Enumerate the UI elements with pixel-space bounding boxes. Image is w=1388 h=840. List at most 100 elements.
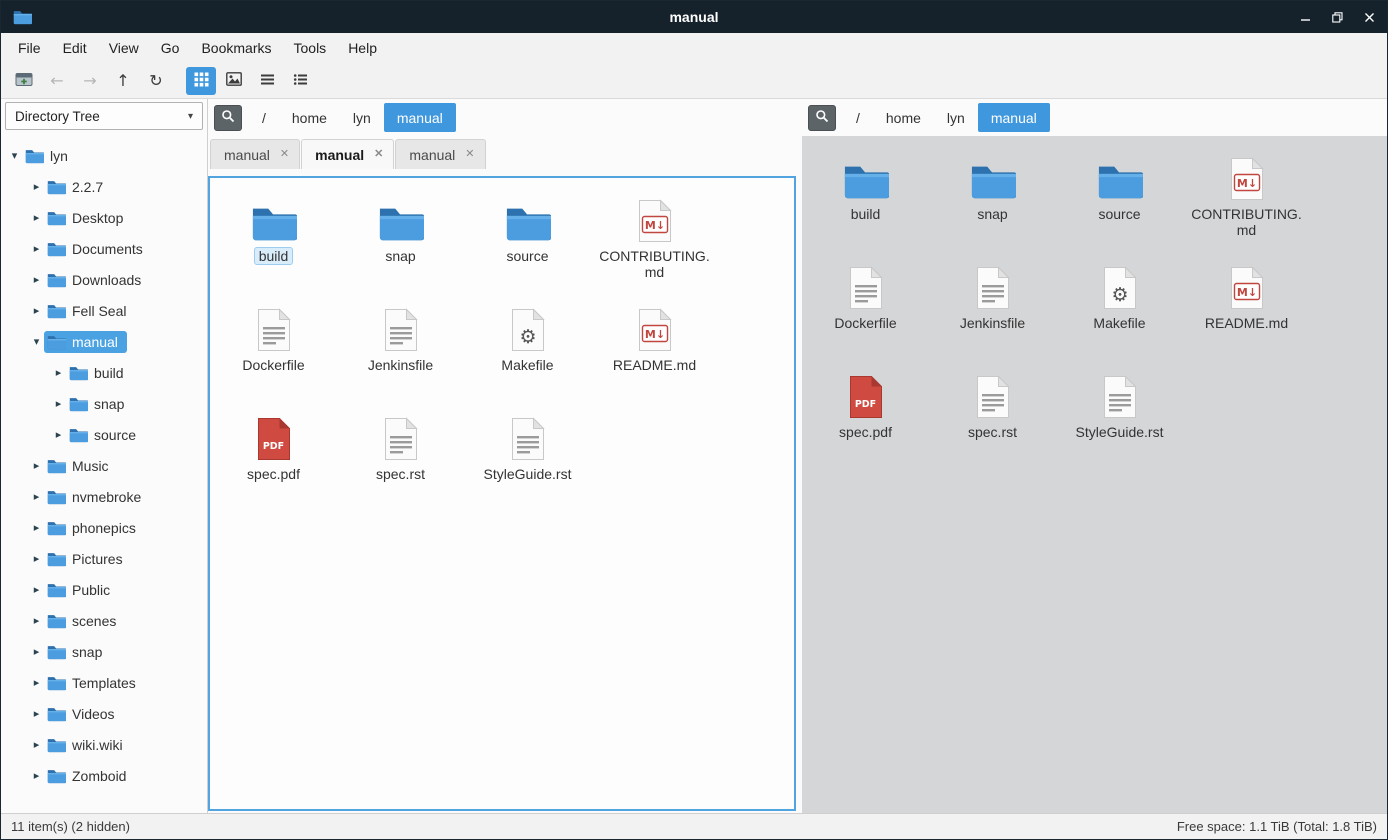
back-button[interactable]: ← [42,67,72,95]
chevron-right-icon[interactable]: ▸ [29,707,44,720]
file-item-dockerfile[interactable]: Dockerfile [802,257,929,366]
file-item-dockerfile[interactable]: Dockerfile [210,299,337,408]
file-item-contributing-md[interactable]: M↓CONTRIBUTING. md [1183,148,1310,257]
chevron-right-icon[interactable]: ▸ [29,304,44,317]
menu-view[interactable]: View [98,33,150,63]
minimize-button[interactable] [1299,11,1311,23]
breadcrumb-lyn[interactable]: lyn [340,103,384,132]
tree-item-fell-seal[interactable]: ▸Fell Seal [1,295,207,326]
tree-item-scenes[interactable]: ▸scenes [1,605,207,636]
tree-item-source[interactable]: ▸source [1,419,207,450]
forward-button[interactable]: → [75,67,105,95]
file-item-spec-rst[interactable]: spec.rst [929,366,1056,475]
chevron-right-icon[interactable]: ▸ [29,676,44,689]
close-icon[interactable]: ✕ [374,149,383,160]
tree-item-zomboid[interactable]: ▸Zomboid [1,760,207,791]
file-item-styleguide-rst[interactable]: StyleGuide.rst [1056,366,1183,475]
detailed-view-button[interactable] [285,67,315,95]
close-icon[interactable]: ✕ [280,149,289,160]
reload-button[interactable]: ↻ [141,67,171,95]
file-item-build[interactable]: build [210,190,337,299]
file-item-contributing-md[interactable]: M↓CONTRIBUTING. md [591,190,718,299]
chevron-right-icon[interactable]: ▸ [29,273,44,286]
tree-item-snap[interactable]: ▸snap [1,388,207,419]
tree-item-build[interactable]: ▸build [1,357,207,388]
file-item-jenkinsfile[interactable]: Jenkinsfile [929,257,1056,366]
file-item-source[interactable]: source [1056,148,1183,257]
breadcrumb-lyn[interactable]: lyn [934,103,978,132]
tree-item-music[interactable]: ▸Music [1,450,207,481]
file-item-spec-pdf[interactable]: PDFspec.pdf [802,366,929,475]
file-item-readme-md[interactable]: M↓README.md [1183,257,1310,366]
chevron-right-icon[interactable]: ▸ [29,552,44,565]
breadcrumb-root[interactable]: / [843,103,873,132]
menu-help[interactable]: Help [337,33,388,63]
chevron-right-icon[interactable]: ▸ [29,645,44,658]
tree-item-downloads[interactable]: ▸Downloads [1,264,207,295]
new-tab-button[interactable] [9,67,39,95]
chevron-right-icon[interactable]: ▸ [29,583,44,596]
tree-item-wiki-wiki[interactable]: ▸wiki.wiki [1,729,207,760]
file-item-snap[interactable]: snap [337,190,464,299]
file-item-makefile[interactable]: ⚙Makefile [464,299,591,408]
left-file-view[interactable]: buildsnapsourceM↓CONTRIBUTING. md Dockerf… [208,176,796,811]
chevron-right-icon[interactable]: ▸ [51,428,66,441]
breadcrumb-home[interactable]: home [279,103,340,132]
up-button[interactable]: ↑ [108,67,138,95]
tab-manual-1[interactable]: manual✕ [210,139,300,169]
chevron-right-icon[interactable]: ▸ [29,180,44,193]
tree-item-phonepics[interactable]: ▸phonepics [1,512,207,543]
menu-tools[interactable]: Tools [283,33,338,63]
chevron-right-icon[interactable]: ▸ [29,614,44,627]
chevron-right-icon[interactable]: ▸ [29,769,44,782]
chevron-right-icon[interactable]: ▸ [51,397,66,410]
tree-item-pictures[interactable]: ▸Pictures [1,543,207,574]
search-button[interactable] [214,105,242,131]
tree-item-nvmebroke[interactable]: ▸nvmebroke [1,481,207,512]
chevron-right-icon[interactable]: ▸ [29,211,44,224]
chevron-right-icon[interactable]: ▸ [29,459,44,472]
close-button[interactable] [1363,11,1375,23]
file-item-jenkinsfile[interactable]: Jenkinsfile [337,299,464,408]
chevron-right-icon[interactable]: ▸ [29,242,44,255]
sidebar-mode-selector[interactable]: Directory Tree ▾ [5,102,203,130]
file-item-spec-pdf[interactable]: PDFspec.pdf [210,408,337,517]
tab-manual-2[interactable]: manual✕ [301,139,394,169]
tab-manual-3[interactable]: manual✕ [395,139,485,169]
breadcrumb-home[interactable]: home [873,103,934,132]
menu-go[interactable]: Go [150,33,191,63]
chevron-down-icon[interactable]: ▾ [29,335,44,348]
search-button[interactable] [808,105,836,131]
titlebar[interactable]: manual [1,1,1387,33]
chevron-right-icon[interactable]: ▸ [51,366,66,379]
chevron-right-icon[interactable]: ▸ [29,738,44,751]
tree-item-snap[interactable]: ▸snap [1,636,207,667]
icon-view-button[interactable] [186,67,216,95]
file-item-source[interactable]: source [464,190,591,299]
close-icon[interactable]: ✕ [465,149,474,160]
menu-file[interactable]: File [7,33,52,63]
file-item-styleguide-rst[interactable]: StyleGuide.rst [464,408,591,517]
breadcrumb-manual[interactable]: manual [978,103,1050,132]
chevron-right-icon[interactable]: ▸ [29,490,44,503]
tree-item-manual[interactable]: ▾manual [1,326,207,357]
maximize-button[interactable] [1331,11,1343,23]
tree-item-templates[interactable]: ▸Templates [1,667,207,698]
tree-item-desktop[interactable]: ▸Desktop [1,202,207,233]
tree-item-lyn[interactable]: ▾lyn [1,140,207,171]
chevron-down-icon[interactable]: ▾ [7,149,22,162]
breadcrumb-root[interactable]: / [249,103,279,132]
file-item-readme-md[interactable]: M↓README.md [591,299,718,408]
breadcrumb-manual[interactable]: manual [384,103,456,132]
thumbnail-view-button[interactable] [219,67,249,95]
file-item-makefile[interactable]: ⚙Makefile [1056,257,1183,366]
compact-view-button[interactable] [252,67,282,95]
right-file-view[interactable]: buildsnapsourceM↓CONTRIBUTING. md Dockerf… [802,136,1387,813]
tree-item-public[interactable]: ▸Public [1,574,207,605]
file-item-snap[interactable]: snap [929,148,1056,257]
tree-item-documents[interactable]: ▸Documents [1,233,207,264]
file-item-build[interactable]: build [802,148,929,257]
menu-edit[interactable]: Edit [52,33,98,63]
tree-item-2-2-7[interactable]: ▸2.2.7 [1,171,207,202]
file-item-spec-rst[interactable]: spec.rst [337,408,464,517]
